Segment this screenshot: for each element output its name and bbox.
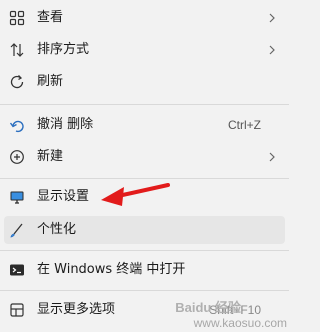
sort-icon (9, 42, 25, 58)
menu-item-personalize[interactable]: 个性化 (4, 216, 285, 244)
menu-item-label: 新建 (37, 149, 64, 164)
watermark-text: www.kaosuo.com (193, 316, 287, 330)
shortcut-label: Ctrl+Z (228, 118, 261, 132)
separator (0, 104, 289, 105)
display-settings-icon (9, 189, 25, 205)
menu-item-label: 排序方式 (37, 42, 90, 57)
menu-item-label: 刷新 (37, 74, 64, 89)
chevron-right-icon (269, 152, 275, 162)
menu-item-label: 在 Windows 终端 中打开 (37, 262, 186, 277)
menu-item-view[interactable]: 查看 (4, 4, 285, 32)
menu-item-open-terminal[interactable]: 在 Windows 终端 中打开 (4, 256, 285, 284)
red-arrow-annotation (101, 183, 170, 206)
context-menu: 查看 排序方式 刷新 撤消 删除 Ctrl+Z 新建 显示设置 个性化 在 Wi… (0, 0, 289, 332)
chevron-right-icon (269, 45, 275, 55)
chevron-right-icon (269, 13, 275, 23)
terminal-icon (9, 262, 25, 278)
menu-item-label: 查看 (37, 10, 64, 25)
menu-item-label: 个性化 (37, 222, 77, 237)
view-icon (9, 10, 25, 26)
menu-item-label: 撤消 删除 (37, 117, 94, 132)
more-options-icon (9, 302, 25, 318)
personalize-icon (9, 222, 25, 238)
menu-item-label: 显示更多选项 (37, 302, 116, 317)
menu-item-new[interactable]: 新建 (4, 143, 285, 171)
undo-icon (9, 117, 25, 133)
watermark-logo: Baidu 经验 (175, 300, 241, 315)
menu-item-refresh[interactable]: 刷新 (4, 68, 285, 96)
new-icon (9, 149, 25, 165)
separator (0, 250, 289, 251)
menu-item-undo-delete[interactable]: 撤消 删除 Ctrl+Z (4, 111, 285, 139)
menu-item-sort[interactable]: 排序方式 (4, 36, 285, 64)
refresh-icon (9, 74, 25, 90)
separator (0, 178, 289, 179)
menu-item-label: 显示设置 (37, 189, 90, 204)
separator (0, 290, 289, 291)
